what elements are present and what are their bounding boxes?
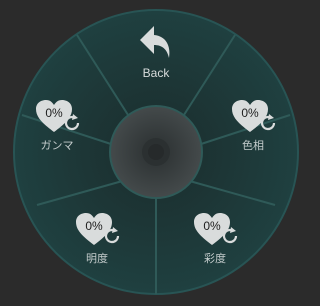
reset-icon[interactable] [220, 226, 240, 246]
radial-menu: Back 0% ガンマ 0% 色相 0% 明度 0% 彩度 [0, 0, 312, 306]
back-label: Back [142, 66, 170, 80]
back-arrow-icon [140, 26, 170, 58]
back-button[interactable]: Back [126, 24, 186, 86]
gamma-control[interactable]: 0% ガンマ [22, 99, 92, 155]
brightness-label: 明度 [86, 252, 108, 265]
reset-icon[interactable] [62, 113, 82, 133]
hue-label: 色相 [242, 139, 264, 152]
hue-control[interactable]: 0% 色相 [218, 99, 288, 155]
brightness-control[interactable]: 0% 明度 [62, 212, 132, 268]
reset-icon[interactable] [102, 226, 122, 246]
saturation-label: 彩度 [204, 252, 226, 265]
gamma-label: ガンマ [40, 139, 74, 152]
reset-icon[interactable] [258, 113, 278, 133]
saturation-control[interactable]: 0% 彩度 [180, 212, 250, 268]
center-dot-inner [148, 144, 164, 160]
